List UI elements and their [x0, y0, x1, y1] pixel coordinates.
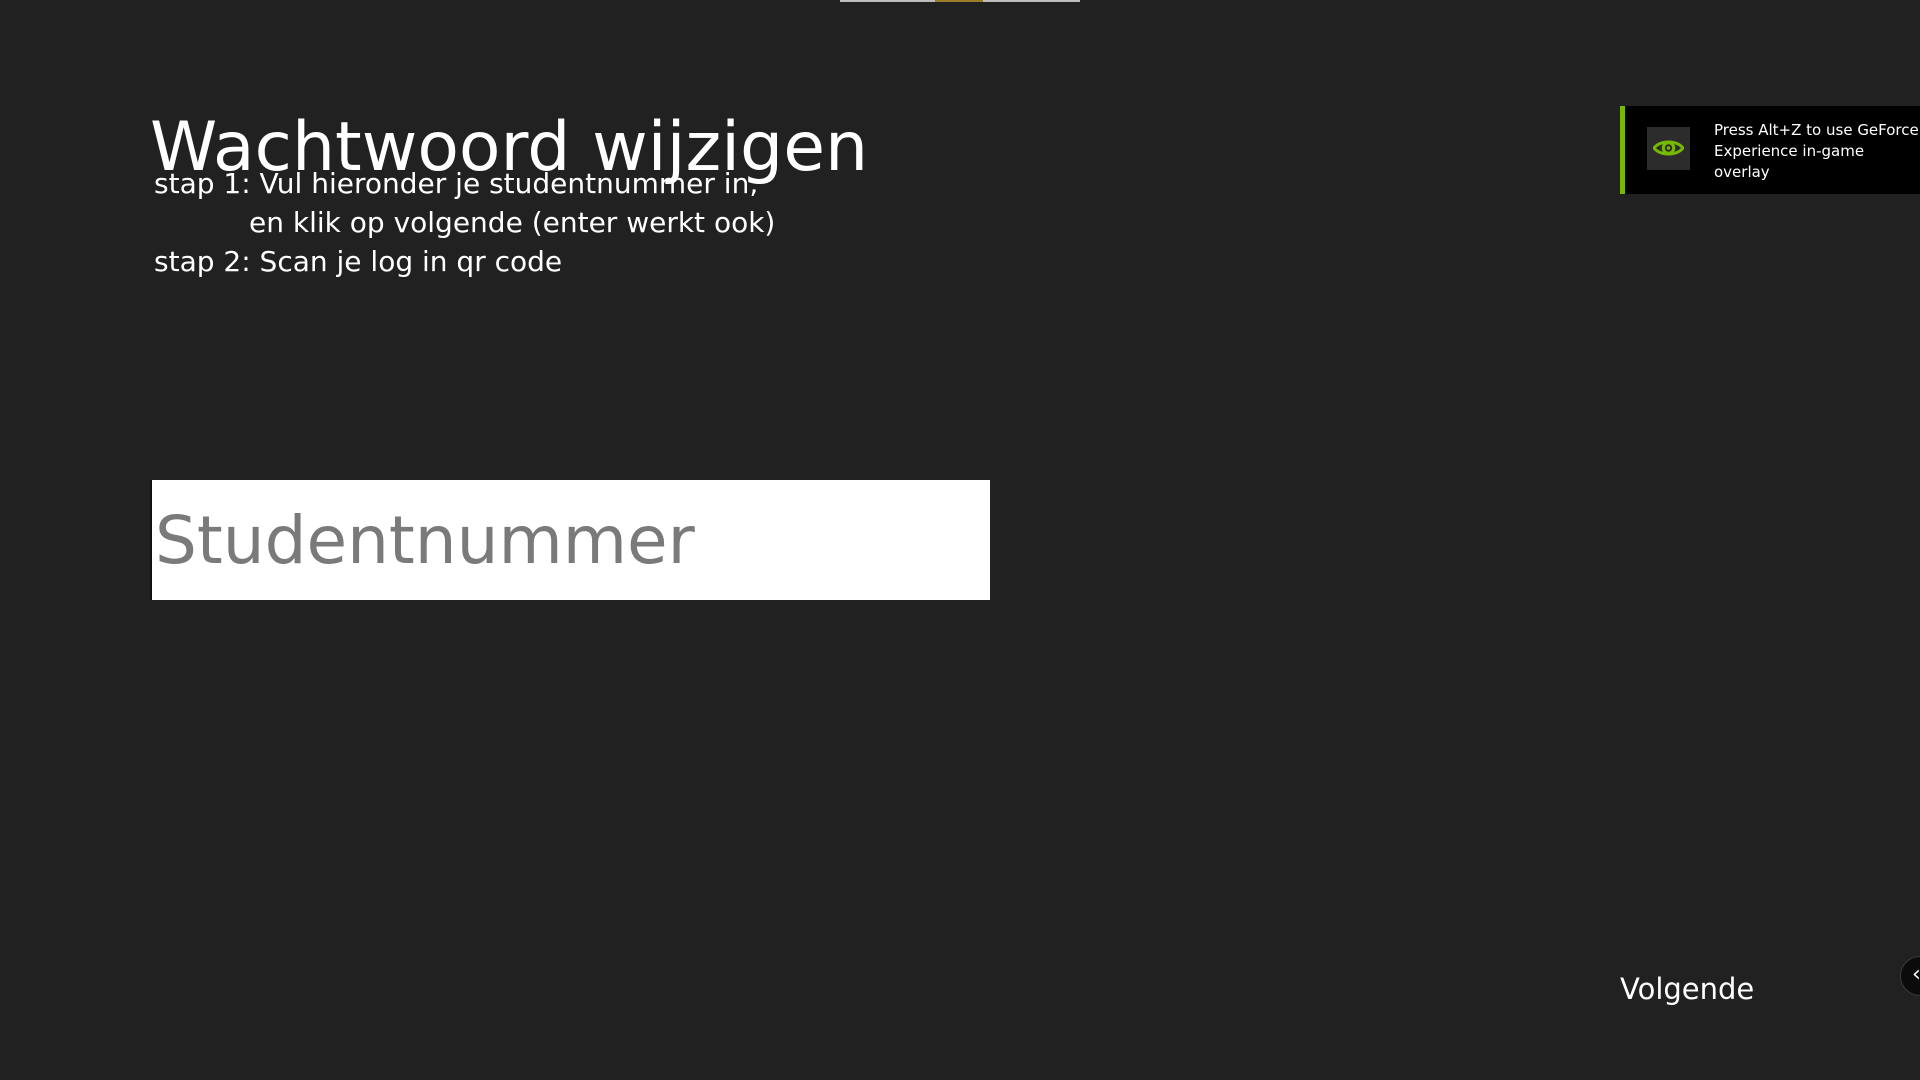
app-screen: Wachtwoord wijzigen stap 1: Vul hieronde… [0, 0, 1920, 1080]
top-window-strip-accent [935, 0, 983, 2]
nvidia-eye-glyph [1653, 140, 1684, 156]
nvidia-eye-icon [1647, 127, 1690, 170]
instruction-step-1: stap 1: Vul hieronder je studentnummer i… [154, 167, 759, 200]
side-chevron-button[interactable]: ‹ [1900, 956, 1920, 996]
instructions: stap 1: Vul hieronder je studentnummer i… [154, 164, 775, 281]
overlay-message: Press Alt+Z to use GeForce Experience in… [1714, 121, 1919, 181]
instruction-step-2: stap 2: Scan je log in qr code [154, 245, 563, 278]
geforce-overlay-notification: Press Alt+Z to use GeForce Experience in… [1620, 106, 1920, 194]
next-button[interactable]: Volgende [1620, 972, 1754, 1006]
student-number-input[interactable] [150, 480, 990, 600]
chevron-left-icon: ‹ [1912, 962, 1920, 987]
instruction-step-1-continued: en klik op volgende (enter werkt ook) [249, 206, 776, 239]
